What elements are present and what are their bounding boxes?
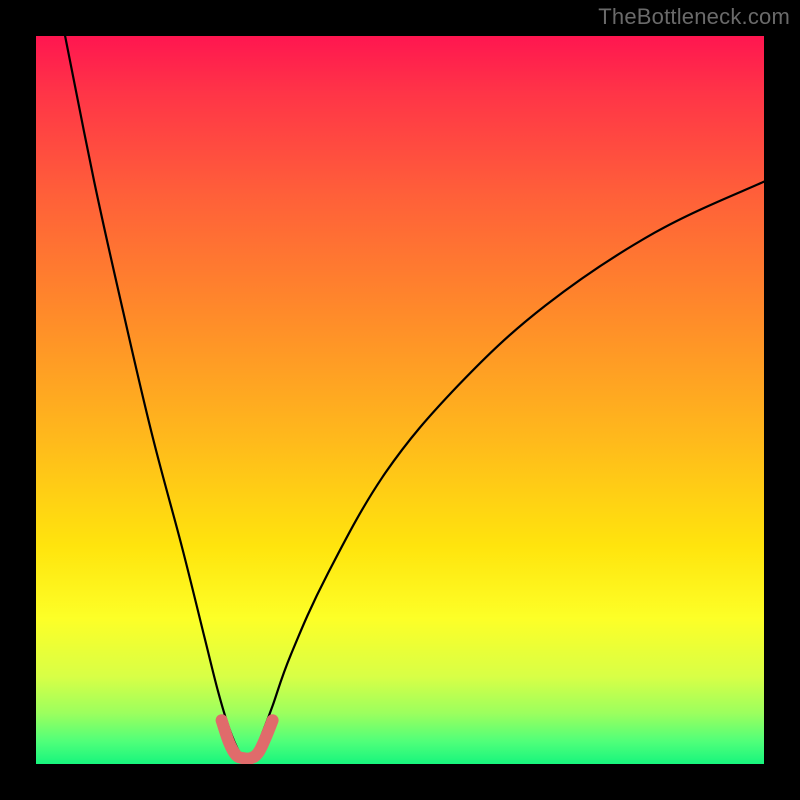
chart-svg [36, 36, 764, 764]
valley-marker [222, 720, 273, 758]
plot-area [36, 36, 764, 764]
chart-frame: TheBottleneck.com [0, 0, 800, 800]
watermark-text: TheBottleneck.com [598, 4, 790, 30]
bottleneck-curve [65, 36, 764, 760]
